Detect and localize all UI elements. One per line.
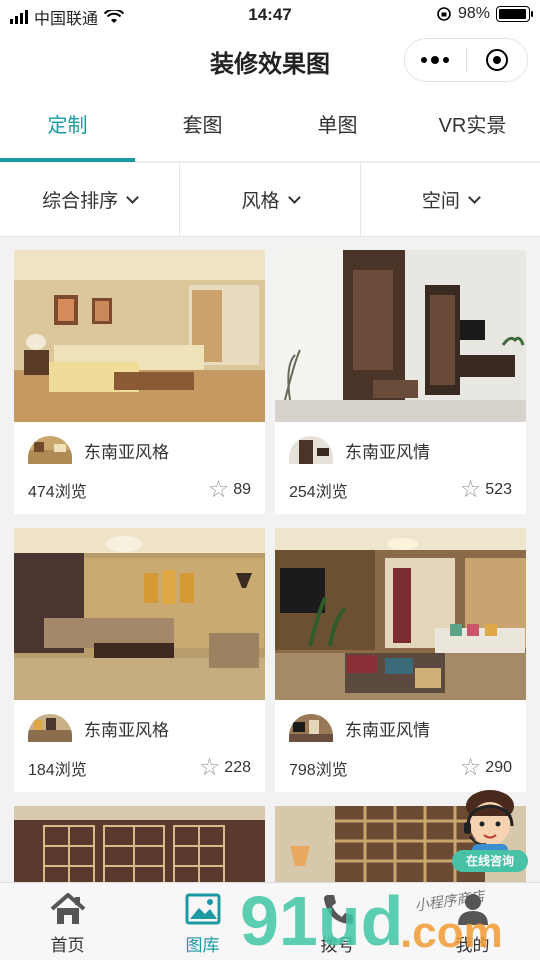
status-bar: 中国联通 14:47 98% bbox=[0, 0, 540, 30]
gallery-card[interactable]: 东南亚风情 798浏览 ☆ 290 bbox=[275, 528, 526, 792]
tabbar-dial-label: 拨号 bbox=[320, 936, 355, 955]
more-icon[interactable] bbox=[405, 39, 466, 81]
home-icon bbox=[50, 893, 85, 924]
filter-space[interactable]: 空间 bbox=[361, 163, 540, 236]
gallery-card-image[interactable] bbox=[275, 250, 526, 422]
like-button[interactable]: ☆ 228 bbox=[199, 756, 251, 780]
filter-style[interactable]: 风格 bbox=[180, 163, 361, 236]
tab-sets[interactable]: 套图 bbox=[135, 90, 270, 161]
view-count: 254浏览 bbox=[289, 484, 348, 501]
gallery-card-image[interactable] bbox=[14, 250, 265, 422]
filter-sort-label: 综合排序 bbox=[42, 191, 119, 212]
view-count: 474浏览 bbox=[28, 484, 87, 501]
star-icon: ☆ bbox=[459, 476, 482, 503]
customer-service-icon bbox=[464, 790, 514, 858]
tab-vr[interactable]: VR实景 bbox=[405, 90, 540, 161]
category-tabs: 定制 套图 单图 VR实景 bbox=[0, 90, 540, 162]
star-icon: ☆ bbox=[207, 476, 230, 503]
user-icon bbox=[457, 894, 488, 925]
avatar bbox=[28, 714, 72, 742]
nav-bar: 装修效果图 bbox=[0, 30, 540, 90]
tabbar-dial[interactable]: 拨号 bbox=[270, 883, 405, 960]
view-count: 184浏览 bbox=[28, 762, 87, 779]
bottom-tab-bar: 首页 图库 拨号 我的 bbox=[0, 882, 540, 960]
tab-single[interactable]: 单图 bbox=[270, 90, 405, 161]
like-count: 228 bbox=[224, 759, 251, 776]
star-icon: ☆ bbox=[198, 754, 221, 781]
gallery-card[interactable]: 东南亚风情 254浏览 ☆ 523 bbox=[275, 250, 526, 514]
image-icon bbox=[185, 893, 220, 925]
gallery-card-image[interactable] bbox=[275, 528, 526, 700]
view-count: 798浏览 bbox=[289, 762, 348, 779]
battery-fill bbox=[499, 9, 527, 19]
style-name: 东南亚风情 bbox=[345, 720, 430, 740]
gallery-card[interactable] bbox=[14, 806, 265, 886]
tab-custom[interactable]: 定制 bbox=[0, 90, 135, 162]
avatar bbox=[289, 436, 333, 464]
orientation-lock-icon bbox=[437, 7, 451, 21]
avatar bbox=[289, 714, 333, 742]
like-count: 523 bbox=[485, 481, 512, 498]
phone-icon bbox=[323, 895, 353, 924]
tabbar-home[interactable]: 首页 bbox=[0, 883, 135, 960]
chevron-down-icon bbox=[126, 190, 140, 204]
mini-program-capsule bbox=[404, 38, 528, 82]
gallery-card-image[interactable] bbox=[14, 806, 265, 886]
chevron-down-icon bbox=[467, 190, 481, 204]
like-button[interactable]: ☆ 89 bbox=[208, 478, 251, 502]
filter-sort[interactable]: 综合排序 bbox=[0, 163, 181, 236]
avatar bbox=[28, 436, 72, 464]
status-right: 98% bbox=[436, 5, 533, 23]
gallery-card[interactable]: 东南亚风格 474浏览 ☆ 89 bbox=[14, 250, 265, 514]
filter-style-label: 风格 bbox=[241, 191, 280, 212]
tabbar-gallery-label: 图库 bbox=[185, 936, 220, 955]
style-name: 东南亚风格 bbox=[84, 442, 169, 462]
tabbar-gallery[interactable]: 图库 bbox=[135, 883, 270, 960]
close-mini-program-icon[interactable] bbox=[466, 39, 527, 81]
chevron-down-icon bbox=[287, 190, 301, 204]
gallery-card[interactable]: 东南亚风格 184浏览 ☆ 228 bbox=[14, 528, 265, 792]
like-button[interactable]: ☆ 290 bbox=[460, 756, 512, 780]
like-button[interactable]: ☆ 523 bbox=[460, 478, 512, 502]
battery-icon bbox=[496, 6, 533, 22]
style-name: 东南亚风格 bbox=[84, 720, 169, 740]
filter-bar: 综合排序 风格 空间 bbox=[0, 163, 540, 237]
tabbar-mine-label: 我的 bbox=[455, 936, 490, 955]
star-icon: ☆ bbox=[459, 754, 482, 781]
tabbar-home-label: 首页 bbox=[50, 936, 85, 955]
battery-percent: 98% bbox=[457, 5, 490, 22]
style-name: 东南亚风情 bbox=[345, 442, 430, 462]
online-consult-button[interactable]: 在线咨询 bbox=[450, 788, 530, 874]
like-count: 290 bbox=[485, 759, 512, 776]
filter-space-label: 空间 bbox=[421, 191, 460, 212]
consult-label: 在线咨询 bbox=[452, 850, 528, 872]
gallery-card-image[interactable] bbox=[14, 528, 265, 700]
tabbar-mine[interactable]: 我的 bbox=[405, 883, 540, 960]
like-count: 89 bbox=[233, 481, 251, 498]
